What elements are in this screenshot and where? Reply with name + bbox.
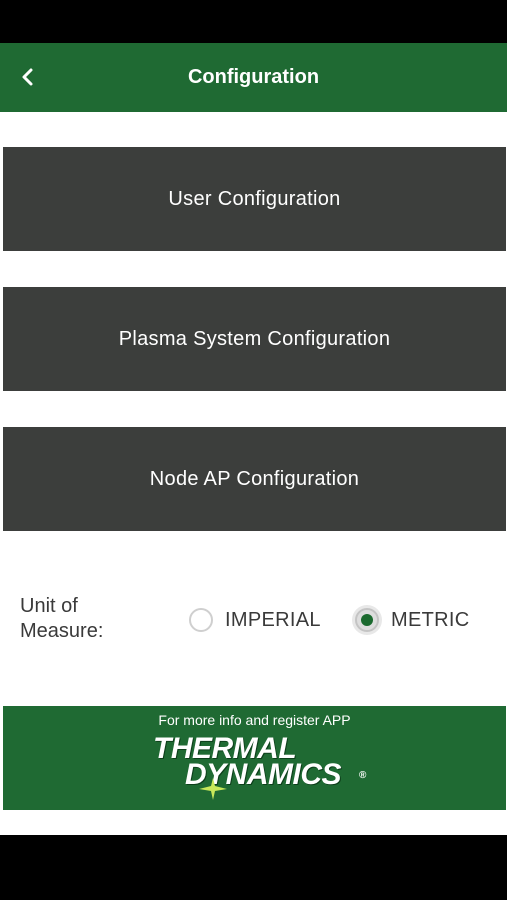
status-bar [0,0,507,43]
metric-radio-button[interactable] [355,608,379,632]
configuration-screen: Configuration User Configuration Plasma … [0,43,507,835]
plasma-system-configuration-label: Plasma System Configuration [118,327,391,350]
page-title: Configuration [187,66,320,88]
user-configuration-label: User Configuration [168,187,341,210]
thermal-dynamics-banner[interactable]: For more info and register APP THERMAL D… [3,706,506,810]
imperial-radio-label: IMPERIAL [225,608,321,631]
unit-of-measure-label: Unit of Measure: [20,594,160,644]
metric-radio-option[interactable]: METRIC [355,605,469,635]
node-ap-configuration-label: Node AP Configuration [149,467,360,490]
navigation-bar [0,835,507,900]
footer-info-text: For more info and register APP [158,712,351,728]
logo-registered-mark: ® [359,770,366,781]
app-bar: Configuration [0,43,507,112]
node-ap-configuration-button[interactable]: Node AP Configuration [3,427,506,531]
logo-spark-icon [199,778,227,800]
imperial-radio-option[interactable]: IMPERIAL [189,605,321,635]
metric-radio-label: METRIC [391,608,470,631]
unit-label-line1: Unit of [20,595,78,617]
thermal-dynamics-logo: THERMAL DYNAMICS ® [3,730,506,802]
imperial-radio-button[interactable] [189,608,213,632]
user-configuration-button[interactable]: User Configuration [3,147,506,251]
unit-label-line2: Measure: [20,620,104,642]
plasma-system-configuration-button[interactable]: Plasma System Configuration [3,287,506,391]
